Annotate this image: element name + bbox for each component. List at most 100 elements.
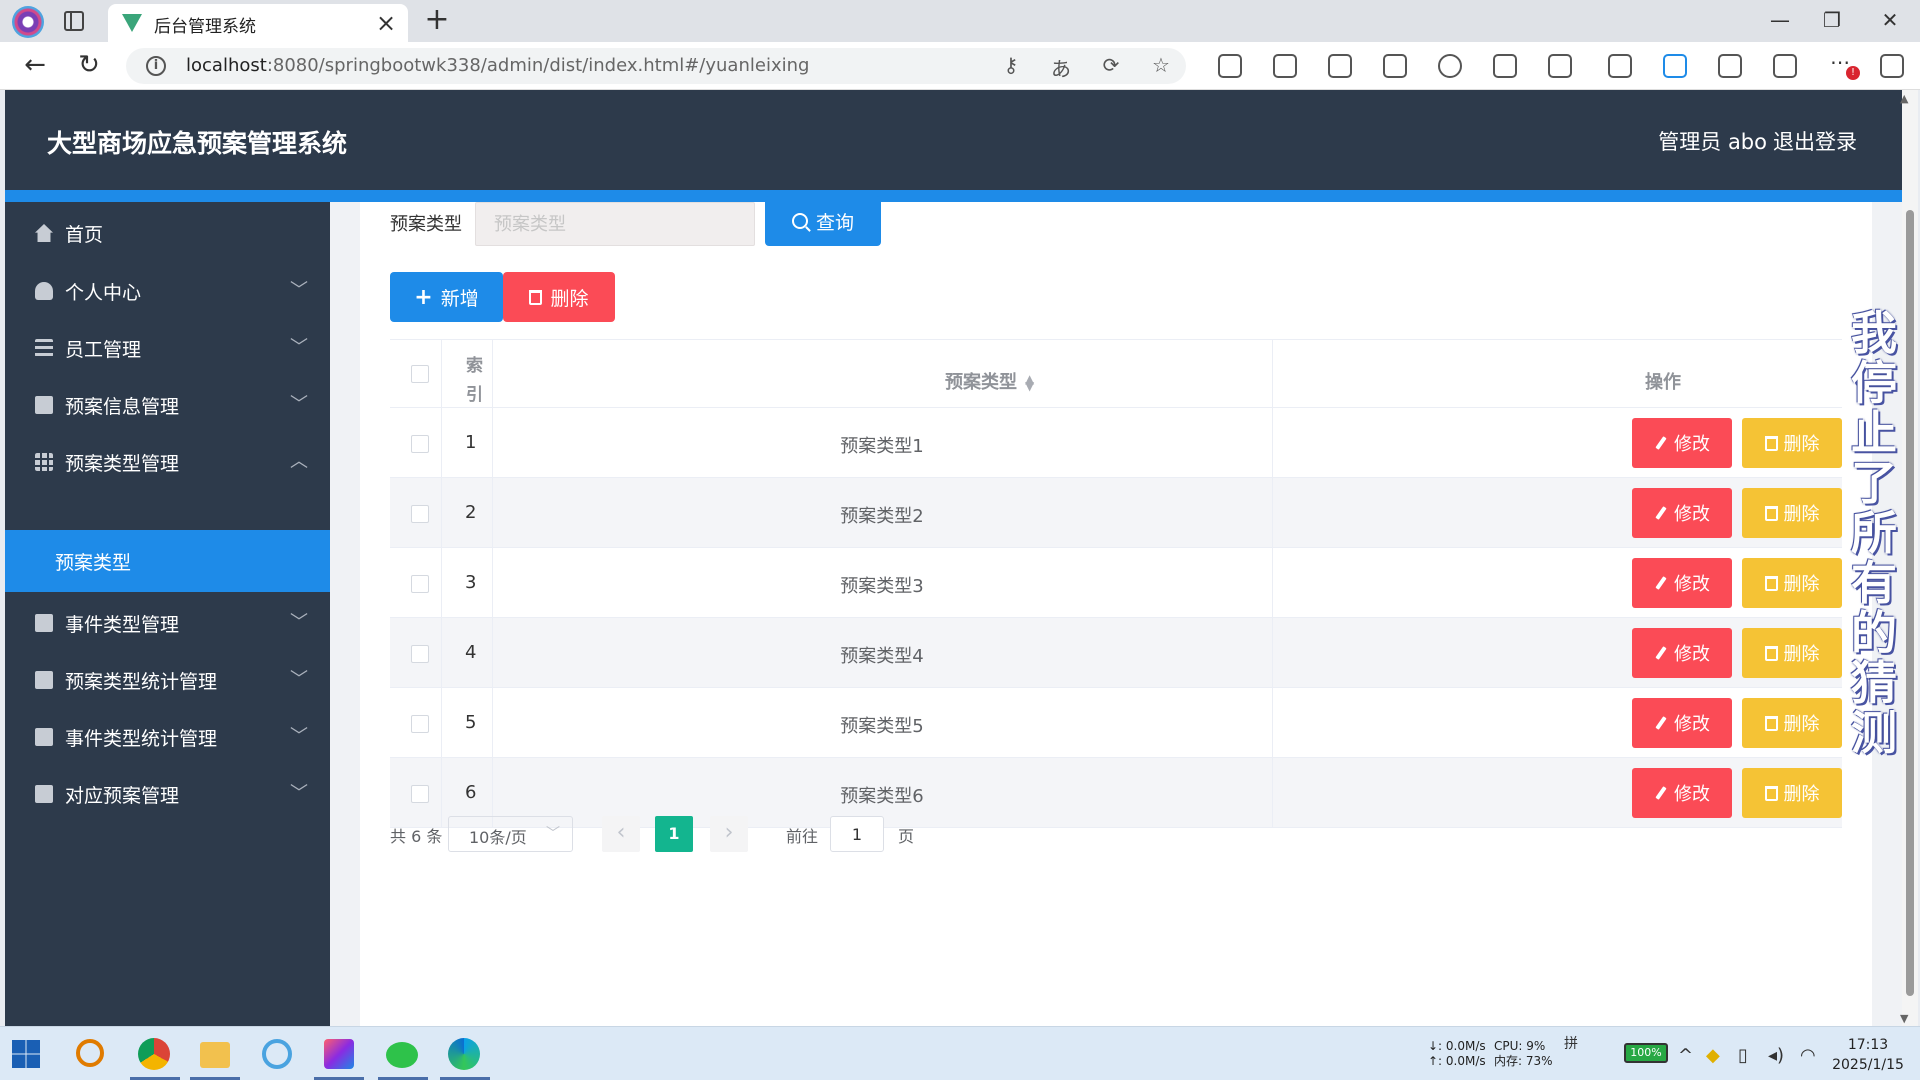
sidebar-item-matching-plan[interactable]: 对应预案管理 ﹀ <box>5 763 330 825</box>
tray-app-icon[interactable]: ◆ <box>1706 1045 1720 1066</box>
edit-button[interactable]: 修改 <box>1632 558 1732 608</box>
sort-icon[interactable]: ▲ ▼ <box>1025 373 1034 392</box>
translate-icon[interactable]: あ <box>1046 53 1076 82</box>
scroll-down-arrow-icon[interactable]: ▼ <box>1900 1012 1908 1025</box>
sidebar-subitem-label: 预案类型 <box>55 552 132 574</box>
next-page-button[interactable]: › <box>710 816 748 852</box>
download-icon[interactable] <box>1493 54 1517 78</box>
query-button[interactable]: 查询 <box>765 196 881 246</box>
new-tab-icon[interactable]: + <box>420 2 454 37</box>
file-explorer-icon[interactable] <box>200 1042 230 1068</box>
performance-icon[interactable] <box>1548 54 1572 78</box>
edit-button[interactable]: 修改 <box>1632 698 1732 748</box>
edit-button[interactable]: 修改 <box>1632 488 1732 538</box>
edit-button[interactable]: 修改 <box>1632 628 1732 678</box>
row-checkbox[interactable] <box>411 715 429 733</box>
trash-icon <box>1764 505 1778 521</box>
apps-icon[interactable] <box>1608 54 1632 78</box>
favorites-icon[interactable] <box>1328 54 1352 78</box>
pinned-app-icon[interactable] <box>262 1039 292 1069</box>
chrome-icon[interactable] <box>138 1038 170 1070</box>
chevron-up-icon[interactable]: ^ <box>1678 1045 1693 1066</box>
edit-button[interactable]: 修改 <box>1632 768 1732 818</box>
chevron-down-icon: ﹀ <box>290 783 308 804</box>
delete-button[interactable]: 删除 <box>1742 768 1842 818</box>
page-size-select[interactable]: 10条/页 ﹀ <box>448 816 573 852</box>
copilot-icon[interactable] <box>1880 54 1904 78</box>
maximize-icon[interactable]: ❐ <box>1812 8 1852 32</box>
row-checkbox[interactable] <box>411 785 429 803</box>
ime-icon[interactable]: 拼 <box>1564 1033 1578 1053</box>
browser-profile-icon[interactable] <box>12 6 44 38</box>
row-index: 2 <box>465 502 477 523</box>
edge-icon[interactable] <box>1663 54 1687 78</box>
row-checkbox[interactable] <box>411 645 429 663</box>
sidebar-item-plan-info[interactable]: 预案信息管理 ﹀ <box>5 374 330 436</box>
sidebar-item-event-type-stats[interactable]: 事件类型统计管理 ﹀ <box>5 706 330 768</box>
goto-page-input[interactable] <box>830 816 884 852</box>
page-number-current[interactable]: 1 <box>655 816 693 852</box>
favorite-star-icon[interactable]: ☆ <box>1146 53 1176 77</box>
chevron-down-icon: ﹀ <box>546 826 560 842</box>
sidebar-item-label: 事件类型统计管理 <box>65 728 218 750</box>
site-info-icon[interactable]: i <box>146 56 166 76</box>
volume-icon[interactable]: ◂) <box>1768 1045 1784 1066</box>
history-icon[interactable] <box>1438 54 1462 78</box>
header-plan-type[interactable]: 预案类型 ▲ ▼ <box>945 368 1034 394</box>
sidebar-item-plan-type[interactable]: 预案类型管理 ︿ <box>5 431 330 493</box>
pagination: 共 6 条 10条/页 ﹀ ‹ 1 › 前往 页 <box>390 816 1090 852</box>
sidebar-item-staff[interactable]: 员工管理 ﹀ <box>5 317 330 379</box>
battery-indicator[interactable]: 100% <box>1624 1043 1668 1063</box>
row-checkbox[interactable] <box>411 435 429 453</box>
delete-button[interactable]: 删除 <box>1742 418 1842 468</box>
search-input[interactable] <box>475 202 755 246</box>
trash-icon <box>1764 715 1778 731</box>
back-icon[interactable]: ← <box>18 50 52 80</box>
search-app-icon[interactable] <box>76 1039 104 1067</box>
scroll-up-arrow-icon[interactable]: ▲ <box>1900 92 1908 105</box>
url-field[interactable]: i localhost:8080/springbootwk338/admin/d… <box>126 48 1186 84</box>
extensions-icon[interactable] <box>1218 54 1242 78</box>
vue-logo-icon <box>122 14 142 32</box>
collections-icon[interactable] <box>1383 54 1407 78</box>
close-window-icon[interactable]: ✕ <box>1870 8 1910 32</box>
delete-button[interactable]: 删除 <box>1742 628 1842 678</box>
logout-link[interactable]: 退出登录 <box>1773 126 1857 156</box>
batch-delete-button[interactable]: 删除 <box>503 272 615 322</box>
minimize-icon[interactable]: — <box>1760 8 1800 32</box>
prev-page-button[interactable]: ‹ <box>602 816 640 852</box>
refresh-page-icon[interactable]: ⟳ <box>1096 53 1126 77</box>
screenshot-icon[interactable] <box>1718 54 1742 78</box>
edge-taskbar-icon[interactable] <box>448 1038 480 1070</box>
start-icon[interactable] <box>12 1040 40 1068</box>
scrollbar-thumb[interactable] <box>1906 210 1914 996</box>
browser-tab-active[interactable]: 后台管理系统 × <box>108 4 408 42</box>
tab-actions-icon[interactable] <box>64 11 84 31</box>
delete-button[interactable]: 删除 <box>1742 698 1842 748</box>
sidebar-item-home[interactable]: 首页 <box>5 202 330 264</box>
sidebar-toggle-icon[interactable] <box>1773 54 1797 78</box>
more-icon[interactable]: ⋯! <box>1830 50 1860 80</box>
close-tab-icon[interactable]: × <box>374 9 398 37</box>
row-checkbox[interactable] <box>411 505 429 523</box>
select-all-checkbox[interactable] <box>411 365 429 383</box>
sidebar-subitem-plan-type[interactable]: 预案类型 <box>5 530 330 592</box>
wifi-icon[interactable]: ◠ <box>1800 1045 1816 1066</box>
row-checkbox[interactable] <box>411 575 429 593</box>
page-scrollbar[interactable] <box>1902 90 1918 1026</box>
sidebar-item-plan-type-stats[interactable]: 预案类型统计管理 ﹀ <box>5 649 330 711</box>
phone-icon[interactable]: ▯ <box>1738 1045 1748 1066</box>
sidebar-item-personal-center[interactable]: 个人中心 ﹀ <box>5 260 330 322</box>
clock[interactable]: 17:13 2025/1/15 <box>1828 1035 1908 1075</box>
delete-button[interactable]: 删除 <box>1742 558 1842 608</box>
split-screen-icon[interactable] <box>1273 54 1297 78</box>
add-button[interactable]: + 新增 <box>390 272 503 322</box>
key-icon[interactable]: ⚷ <box>996 53 1026 77</box>
intellij-icon[interactable] <box>324 1039 354 1069</box>
edit-button[interactable]: 修改 <box>1632 418 1732 468</box>
clipboard-check-icon <box>35 671 53 689</box>
wechat-icon[interactable] <box>386 1042 418 1068</box>
sidebar-item-event-type[interactable]: 事件类型管理 ﹀ <box>5 592 330 654</box>
delete-button[interactable]: 删除 <box>1742 488 1842 538</box>
reload-icon[interactable]: ↻ <box>72 50 106 80</box>
